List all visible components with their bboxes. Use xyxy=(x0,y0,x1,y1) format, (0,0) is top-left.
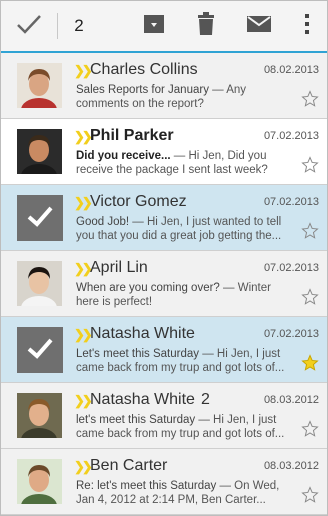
message-subject: Did you receive... xyxy=(76,150,171,162)
star-icon[interactable] xyxy=(301,90,319,108)
message-subject: Re: let's meet this Saturday xyxy=(76,480,217,492)
selected-count: 2 xyxy=(74,16,84,35)
message-date: 08.03.2012 xyxy=(263,460,319,472)
message-row[interactable]: ❯❯ Victor Gomez 07.02.2013 Good Job! — Hi J… xyxy=(1,185,327,251)
selected-checkbox[interactable] xyxy=(17,195,63,241)
checkmark-icon xyxy=(16,14,42,39)
avatar[interactable] xyxy=(17,129,62,174)
delete-button[interactable] xyxy=(191,1,221,51)
avatar[interactable] xyxy=(17,63,62,108)
message-date: 07.02.2013 xyxy=(263,262,319,274)
message-row[interactable]: ❯❯ April Lin 07.02.2013 When are you coming… xyxy=(1,251,327,317)
star-icon[interactable] xyxy=(301,486,319,504)
checkmark-icon xyxy=(26,337,54,364)
sender-name: Phil Parker xyxy=(90,127,180,145)
avatar[interactable] xyxy=(17,261,62,306)
message-subject: Let's meet this Saturday xyxy=(76,348,200,360)
message-row[interactable]: ❯❯ Natasha White 07.02.2013 Let's meet this… xyxy=(1,317,327,383)
overflow-menu-button[interactable] xyxy=(297,1,317,51)
message-date: 07.02.2013 xyxy=(263,130,319,142)
message-snippet: let's meet this Saturday — Hi Jen, I jus… xyxy=(76,413,291,441)
sender-name: Ben Carter xyxy=(90,457,173,475)
sender-name: April Lin xyxy=(90,259,154,277)
message-date: 07.02.2013 xyxy=(263,196,319,208)
sender-name: Victor Gomez xyxy=(90,193,193,211)
star-icon[interactable] xyxy=(301,420,319,438)
sender-label: April Lin xyxy=(90,259,148,276)
sender-name: Natasha White xyxy=(90,325,201,343)
message-subject: Good Job! xyxy=(76,216,130,228)
archive-button[interactable] xyxy=(139,1,169,51)
priority-marker-icon: ❯❯ xyxy=(74,195,93,210)
priority-marker-icon: ❯❯ xyxy=(74,129,93,144)
star-icon[interactable] xyxy=(301,354,319,372)
message-row[interactable]: ❯❯ Charles Collins 08.02.2013 Sales Reports… xyxy=(1,53,327,119)
thread-count: 2 xyxy=(200,391,210,408)
message-date: 08.03.2012 xyxy=(263,394,319,406)
sender-name: Charles Collins xyxy=(90,61,204,79)
sender-label: Ben Carter xyxy=(90,457,168,474)
priority-marker-icon: ❯❯ xyxy=(74,63,93,78)
message-snippet: Let's meet this Saturday — Hi Jen, I jus… xyxy=(76,347,291,375)
avatar[interactable] xyxy=(17,393,62,438)
message-snippet: Did you receive... — Hi Jen, Did you rec… xyxy=(76,149,291,177)
sender-label: Natasha White xyxy=(90,325,195,342)
message-row[interactable]: ❯❯ Phil Parker 07.02.2013 Did you receive..… xyxy=(1,119,327,185)
message-date: 07.02.2013 xyxy=(263,328,319,340)
sender-name: Natasha White 2 xyxy=(90,391,210,409)
sender-label: Victor Gomez xyxy=(90,193,187,210)
priority-marker-icon: ❯❯ xyxy=(74,459,93,474)
message-subject: let's meet this Saturday xyxy=(76,414,196,426)
message-row[interactable]: ❯❯ Natasha White 2 08.03.2012 let's meet thi… xyxy=(1,383,327,449)
overflow-menu-icon xyxy=(304,13,310,40)
avatar[interactable] xyxy=(17,459,62,504)
sender-label: Phil Parker xyxy=(90,127,174,144)
message-snippet: When are you coming over? — Winter here … xyxy=(76,281,291,309)
done-button[interactable] xyxy=(9,1,49,51)
action-bar: 2 xyxy=(1,1,327,53)
star-icon[interactable] xyxy=(301,222,319,240)
divider xyxy=(57,13,58,39)
message-subject: When are you coming over? xyxy=(76,282,220,294)
priority-marker-icon: ❯❯ xyxy=(74,393,93,408)
trash-icon xyxy=(197,11,215,41)
message-date: 08.02.2013 xyxy=(263,64,319,76)
mail-icon xyxy=(246,15,272,38)
message-snippet: Good Job! — Hi Jen, I just wanted to tel… xyxy=(76,215,291,243)
message-list: ❯❯ Charles Collins 08.02.2013 Sales Reports… xyxy=(1,53,327,515)
message-row[interactable]: ❯❯ Ben Carter 08.03.2012 Re: let's meet thi… xyxy=(1,449,327,515)
mark-unread-button[interactable] xyxy=(241,1,277,51)
star-icon[interactable] xyxy=(301,288,319,306)
checkmark-icon xyxy=(26,205,54,232)
message-snippet: Re: let's meet this Saturday — On Wed, J… xyxy=(76,479,291,507)
priority-marker-icon: ❯❯ xyxy=(74,327,93,342)
sender-label: Charles Collins xyxy=(90,61,198,78)
priority-marker-icon: ❯❯ xyxy=(74,261,93,276)
star-icon[interactable] xyxy=(301,156,319,174)
sender-label: Natasha White xyxy=(90,391,195,408)
app-window: 2 ❯❯ Charles Collins 08.02.2013 Sales Repor… xyxy=(0,0,328,516)
message-subject: Sales Reports for January xyxy=(76,84,209,96)
archive-icon xyxy=(143,14,165,39)
message-snippet: Sales Reports for January — Any comments… xyxy=(76,83,291,111)
selected-checkbox[interactable] xyxy=(17,327,63,373)
